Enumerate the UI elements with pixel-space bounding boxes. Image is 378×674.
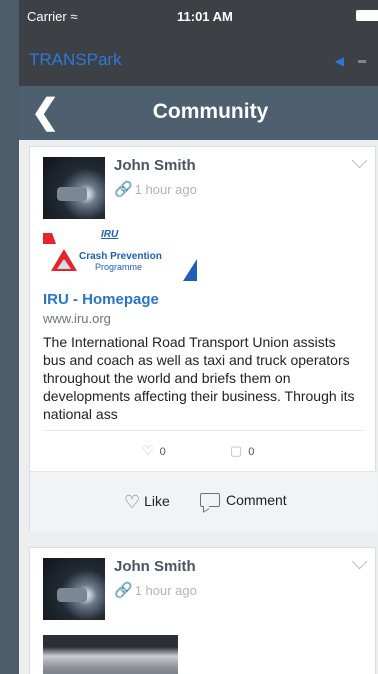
comment-count: ▢ 0	[230, 443, 255, 458]
logo-line2: Programme	[95, 262, 143, 272]
post-author[interactable]: John Smith	[114, 157, 196, 174]
post-meta: 🔗 1 hour ago	[114, 581, 197, 599]
wifi-icon: ≈	[70, 9, 78, 24]
avatar[interactable]	[43, 157, 105, 219]
comment-icon: ▢	[230, 443, 243, 458]
link-domain[interactable]: www.iru.org	[43, 311, 111, 326]
nav-bar: ❮ Community	[19, 86, 378, 140]
app-brand[interactable]: TRANSPark	[29, 50, 122, 70]
post-author[interactable]: John Smith	[114, 558, 196, 575]
link-icon: 🔗	[114, 181, 133, 198]
post-meta: 🔗 1 hour ago	[114, 180, 197, 198]
carrier-label: Carrier ≈	[27, 9, 78, 24]
menu-icon[interactable]	[358, 60, 366, 63]
link-preview-logo[interactable]: IRU Crash Prevention Programme	[43, 229, 203, 287]
logo-line1: Crash Prevention	[79, 251, 162, 262]
heart-icon: ♡	[124, 492, 141, 512]
clock: 11:01 AM	[177, 9, 233, 24]
link-title[interactable]: IRU - Homepage	[43, 291, 159, 308]
chevron-down-icon[interactable]	[351, 553, 368, 570]
page-title: Community	[152, 100, 269, 123]
battery-icon	[356, 10, 378, 21]
comment-button[interactable]: Comment	[200, 492, 287, 508]
app-bar: TRANSPark ◀	[19, 32, 378, 86]
link-icon: 🔗	[114, 582, 133, 599]
post-time: 1 hour ago	[134, 583, 197, 598]
like-button[interactable]: ♡ Like	[124, 492, 170, 513]
post-card: John Smith 🔗 1 hour ago	[29, 547, 376, 674]
avatar[interactable]	[43, 558, 105, 620]
iru-logo-text: IRU	[101, 229, 119, 240]
logo-corner	[183, 259, 197, 281]
post-photo[interactable]	[43, 635, 178, 674]
comment-icon	[200, 493, 220, 507]
link-description: The International Road Transport Union a…	[43, 334, 355, 422]
flag-shape	[43, 233, 56, 244]
phone-screen: Carrier ≈ 11:01 AM TRANSPark ◀ ❮ Communi…	[19, 0, 378, 674]
heart-icon: ♡	[142, 443, 154, 458]
post-card: John Smith 🔗 1 hour ago IRU Crash Prevent…	[29, 146, 377, 532]
divider	[43, 430, 363, 431]
post-time: 1 hour ago	[134, 182, 197, 197]
send-icon[interactable]: ◀	[335, 54, 344, 68]
left-edge	[0, 0, 19, 674]
post-counts: ♡ 0 ▢ 0	[30, 443, 377, 463]
status-bar: Carrier ≈ 11:01 AM	[19, 0, 378, 32]
post-actions: ♡ Like Comment	[30, 471, 377, 532]
like-count: ♡ 0	[142, 443, 166, 458]
chevron-down-icon[interactable]	[351, 152, 368, 169]
